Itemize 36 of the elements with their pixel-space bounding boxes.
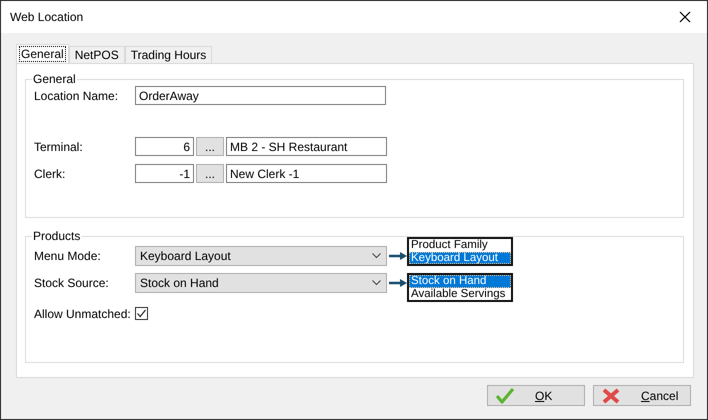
- group-title: General: [32, 72, 77, 86]
- ok-button[interactable]: OK: [487, 385, 585, 406]
- checkbox[interactable]: [135, 307, 148, 320]
- field-label: Location Name:: [34, 88, 120, 102]
- number-field[interactable]: 6: [135, 137, 194, 156]
- cross-icon: [602, 388, 620, 404]
- window-title: Web Location: [10, 10, 84, 24]
- chevron-icon: [372, 253, 381, 259]
- text-field[interactable]: OrderAway: [135, 86, 386, 105]
- dropdown[interactable]: Stock on Hand: [135, 273, 387, 293]
- field-label: Allow Unmatched:: [34, 306, 132, 320]
- cancel-button[interactable]: Cancel: [593, 385, 691, 406]
- close-icon: [679, 11, 691, 23]
- list-item[interactable]: Available Servings: [409, 288, 511, 300]
- name-field[interactable]: MB 2 - SH Restaurant: [226, 137, 387, 156]
- list-item[interactable]: Product Family: [409, 239, 511, 252]
- arrow-icon: [389, 252, 407, 260]
- checkmark-icon: [136, 308, 147, 319]
- field-label: Clerk:: [34, 166, 66, 180]
- browse-button[interactable]: ...: [196, 164, 224, 183]
- number-field[interactable]: -1: [135, 164, 194, 183]
- field-label: Stock Source:: [34, 276, 110, 290]
- arrow-icon: [389, 279, 407, 287]
- tab[interactable]: Trading Hours: [124, 46, 212, 63]
- field-label: Menu Mode:: [34, 249, 102, 263]
- field-label: Terminal:: [34, 140, 84, 154]
- tab[interactable]: General: [16, 44, 69, 63]
- list-item[interactable]: Stock on Hand: [409, 275, 511, 288]
- tab[interactable]: NetPOS: [68, 46, 125, 63]
- checkmark-icon: [496, 388, 514, 404]
- chevron-icon: [372, 280, 381, 286]
- name-field[interactable]: New Clerk -1: [226, 164, 387, 183]
- browse-button[interactable]: ...: [196, 137, 224, 156]
- dropdown[interactable]: Keyboard Layout: [135, 246, 387, 266]
- group-title: Products: [32, 229, 82, 243]
- list-item[interactable]: Keyboard Layout: [409, 252, 511, 264]
